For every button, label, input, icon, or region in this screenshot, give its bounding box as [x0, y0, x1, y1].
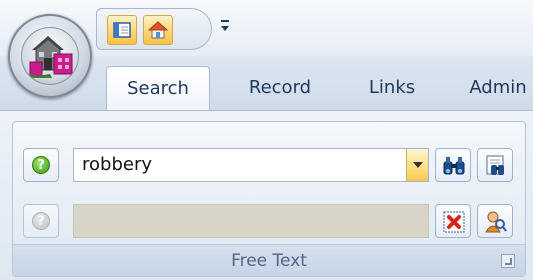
home-button[interactable]: [143, 15, 173, 45]
tab-admin[interactable]: Admin: [446, 66, 533, 110]
tab-record[interactable]: Record: [228, 66, 332, 110]
tab-search[interactable]: Search: [106, 66, 210, 110]
group-caption: Free Text: [13, 244, 525, 276]
question-icon: ?: [32, 156, 50, 174]
ribbon-panel: ? robbery ? Free Text: [0, 110, 533, 280]
search-input[interactable]: robbery: [82, 149, 152, 181]
search-combo[interactable]: robbery: [73, 148, 429, 182]
clear-button[interactable]: [435, 204, 471, 238]
chevron-down-icon[interactable]: [406, 149, 428, 181]
free-text-group: ? robbery ? Free Text: [12, 121, 526, 277]
advanced-find-icon: [486, 155, 504, 175]
help-button-active[interactable]: ?: [23, 148, 59, 182]
panel-layout-icon: [113, 22, 131, 38]
tab-links[interactable]: Links: [340, 66, 444, 110]
binoculars-icon: [443, 157, 465, 175]
application-button[interactable]: [8, 14, 92, 98]
find-button[interactable]: [435, 148, 471, 182]
dialog-launcher-icon[interactable]: [501, 254, 515, 268]
secondary-text-field[interactable]: [73, 204, 429, 238]
home-icon: [148, 21, 168, 39]
person-search-icon: [485, 211, 507, 233]
help-button-disabled[interactable]: ?: [23, 204, 59, 238]
house-logo-icon: [29, 36, 73, 78]
panel-layout-button[interactable]: [107, 15, 137, 45]
person-search-button[interactable]: [477, 204, 513, 238]
advanced-find-button[interactable]: [477, 148, 513, 182]
qat-customize-icon[interactable]: [218, 16, 232, 36]
clear-x-icon: [443, 211, 465, 233]
app-logo: [21, 27, 79, 85]
question-icon-disabled: ?: [32, 212, 50, 230]
quick-access-toolbar: [96, 8, 212, 50]
